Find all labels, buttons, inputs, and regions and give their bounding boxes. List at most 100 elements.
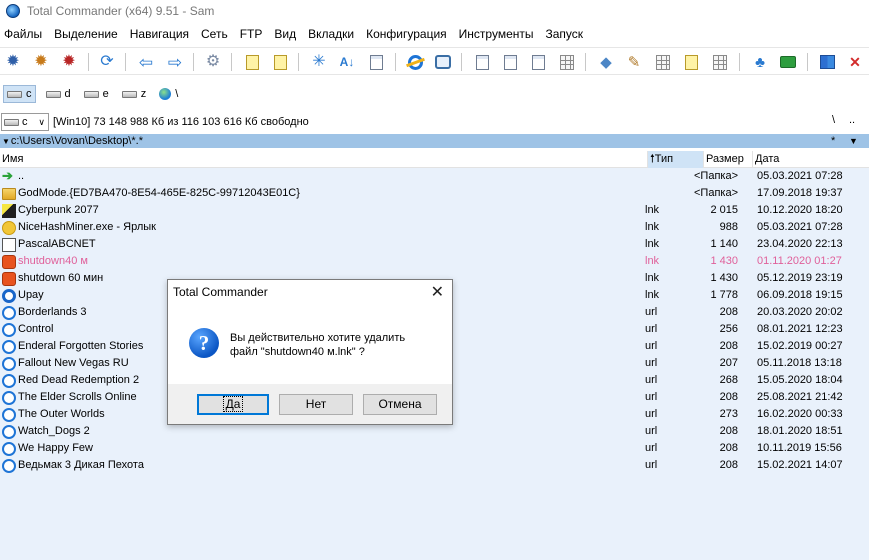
select-files-icon[interactable]: ✳: [309, 52, 329, 72]
back-arrow-icon[interactable]: ⇦: [136, 52, 156, 72]
hotlist-dropdown-icon[interactable]: ▼: [849, 136, 858, 146]
drive-letter: c: [26, 88, 32, 100]
network-connect-icon[interactable]: [433, 52, 453, 72]
sync-dirs-icon[interactable]: [557, 52, 577, 72]
drive-button-z[interactable]: z: [119, 85, 150, 103]
drive-button-d[interactable]: d: [43, 85, 74, 103]
options-gear-icon[interactable]: ⚙: [203, 52, 223, 72]
file-ext: lnk: [645, 289, 660, 301]
file-row-selected[interactable]: shutdown40 м lnk 1 430 01.11.2020 01:27: [0, 253, 869, 270]
file-row[interactable]: Cyberpunk 2077 lnk 2 015 10.12.2020 18:2…: [0, 202, 869, 219]
menu-launch[interactable]: Запуск: [540, 24, 590, 44]
file-row[interactable]: PascalABCNET lnk 1 140 23.04.2020 22:13: [0, 236, 869, 253]
file-ext: url: [645, 340, 658, 352]
toolbar-separator: [298, 53, 299, 71]
root-dir-button[interactable]: \: [832, 114, 835, 126]
column-header-date[interactable]: Дата: [753, 151, 869, 168]
file-ext: lnk: [645, 238, 660, 250]
internet-shortcut-icon: [2, 340, 16, 354]
file-name: Control: [18, 323, 54, 335]
file-date: 01.11.2020 01:27: [757, 255, 842, 267]
file-date: 25.08.2021 21:42: [757, 391, 843, 403]
parent-dir-button[interactable]: ..: [849, 114, 855, 126]
internet-explorer-icon[interactable]: [405, 52, 425, 72]
file-size: 2 015: [710, 204, 738, 216]
refresh-icon[interactable]: ⟳: [97, 52, 117, 72]
file-size: 208: [719, 425, 738, 437]
users-icon[interactable]: ♣: [750, 52, 770, 72]
forward-arrow-icon[interactable]: ⇨: [165, 52, 185, 72]
no-button[interactable]: Нет: [279, 394, 353, 415]
sort-az-icon[interactable]: A↓: [337, 52, 357, 72]
file-ext: url: [645, 323, 658, 335]
file-size: 207: [719, 357, 738, 369]
windows-icon[interactable]: [817, 52, 837, 72]
copy-names-icon[interactable]: [366, 52, 386, 72]
dialog-message-line2: файл "shutdown40 м.lnk" ?: [230, 346, 365, 358]
menu-ftp[interactable]: FTP: [234, 24, 269, 44]
menu-navigation[interactable]: Навигация: [124, 24, 195, 44]
file-name: Borderlands 3: [18, 306, 87, 318]
hard-drive-icon: [4, 118, 19, 126]
table-icon[interactable]: [710, 52, 730, 72]
settings-gear-icon[interactable]: ✹: [31, 52, 51, 72]
question-icon: ?: [189, 328, 219, 358]
pack-archive-icon[interactable]: ◆: [596, 52, 616, 72]
file-row[interactable]: ➔ .. <Папка> 05.03.2021 07:28: [0, 168, 869, 185]
file-size: 208: [719, 459, 738, 471]
dialog-footer: Да Нет Отмена: [168, 384, 452, 424]
menu-tools[interactable]: Инструменты: [453, 24, 540, 44]
column-header-size[interactable]: Размер: [704, 151, 753, 168]
internet-shortcut-icon: [2, 374, 16, 388]
brush-icon[interactable]: ✎: [624, 52, 644, 72]
file-name: Red Dead Redemption 2: [18, 374, 140, 386]
internet-shortcut-icon: [2, 442, 16, 456]
edit-file-icon[interactable]: [500, 52, 520, 72]
close-icon[interactable]: ✕: [431, 282, 444, 302]
network-button[interactable]: \: [156, 85, 181, 103]
disk-icon[interactable]: [778, 52, 798, 72]
calculator-icon[interactable]: [653, 52, 673, 72]
notes-icon[interactable]: [681, 52, 701, 72]
menu-selection[interactable]: Выделение: [48, 24, 124, 44]
column-header-ext[interactable]: 🠕Тип: [648, 151, 704, 168]
compare-files-icon[interactable]: [528, 52, 548, 72]
file-size: 208: [719, 442, 738, 454]
internet-shortcut-icon: [2, 323, 16, 337]
path-dropdown-arrow-icon[interactable]: ▼: [2, 137, 10, 146]
file-row[interactable]: GodMode.{ED7BA470-8E54-465E-825C-9971204…: [0, 185, 869, 202]
menu-tabs[interactable]: Вкладки: [302, 24, 360, 44]
drive-info-bar: c ∨ [Win10] 73 148 988 Кб из 116 103 616…: [0, 112, 869, 132]
file-row[interactable]: NiceHashMiner.exe - Ярлык lnk 988 05.03.…: [0, 219, 869, 236]
menu-network[interactable]: Сеть: [195, 24, 234, 44]
path-bar[interactable]: ▼ c:\Users\Vovan\Desktop\*.* * ▼: [0, 134, 869, 148]
file-size: 256: [719, 323, 738, 335]
file-ext: url: [645, 442, 658, 454]
file-name: GodMode.{ED7BA470-8E54-465E-825C-9971204…: [18, 187, 300, 199]
drive-button-e[interactable]: e: [81, 85, 112, 103]
menu-configuration[interactable]: Конфигурация: [360, 24, 453, 44]
menu-files[interactable]: Файлы: [0, 24, 48, 44]
settings-gear-icon[interactable]: ✹: [3, 52, 23, 72]
menu-view[interactable]: Вид: [268, 24, 302, 44]
file-row[interactable]: Watch_Dogs 2 url 208 18.01.2020 18:51: [0, 423, 869, 440]
file-row[interactable]: Ведьмак 3 Дикая Пехота url 208 15.02.202…: [0, 457, 869, 474]
yes-button[interactable]: Да: [197, 394, 269, 415]
close-x-icon[interactable]: ✕: [845, 52, 865, 72]
file-name: Fallout New Vegas RU: [18, 357, 129, 369]
unpack-files-icon[interactable]: [270, 52, 290, 72]
history-button[interactable]: *: [831, 135, 835, 147]
pack-files-icon[interactable]: [242, 52, 262, 72]
file-ext: url: [645, 425, 658, 437]
settings-gear-icon[interactable]: ✹: [59, 52, 79, 72]
drive-dropdown[interactable]: c ∨: [1, 113, 49, 131]
file-size: 208: [719, 306, 738, 318]
view-file-icon[interactable]: [472, 52, 492, 72]
file-row[interactable]: We Happy Few url 208 10.11.2019 15:56: [0, 440, 869, 457]
file-date: 05.03.2021 07:28: [757, 170, 843, 182]
drive-button-c[interactable]: c: [3, 85, 36, 103]
cancel-button[interactable]: Отмена: [363, 394, 437, 415]
column-header-name[interactable]: Имя: [0, 151, 648, 168]
file-size: <Папка>: [694, 187, 738, 199]
dialog-title-bar[interactable]: Total Commander ✕: [168, 280, 452, 304]
